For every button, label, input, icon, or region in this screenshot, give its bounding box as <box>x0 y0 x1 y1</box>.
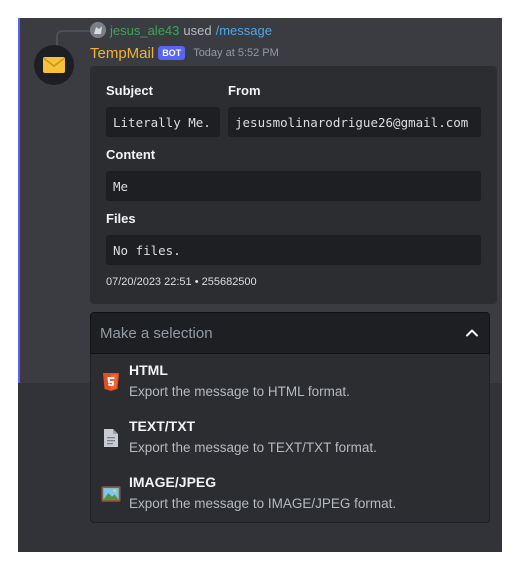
embed-footer: 07/20/2023 22:51 • 255682500 <box>106 276 257 288</box>
option-label: TEXT/TXT <box>129 418 196 434</box>
option-image-jpeg[interactable]: IMAGE/JPEG Export the message to IMAGE/J… <box>91 466 489 522</box>
files-value: No files. <box>106 235 481 265</box>
chat-pane: jesus_ale43 used /message TempMail BOT T… <box>18 18 502 552</box>
document-icon <box>101 428 121 448</box>
envelope-icon <box>43 57 65 73</box>
highlight-bar <box>18 18 20 383</box>
option-description: Export the message to HTML format. <box>129 384 350 399</box>
subject-value: Literally Me. <box>106 107 220 137</box>
author-name[interactable]: TempMail <box>90 45 154 62</box>
bot-avatar[interactable] <box>34 45 74 85</box>
html5-icon <box>101 372 121 392</box>
reply-used-text: used <box>183 22 212 38</box>
bot-badge: BOT <box>158 46 186 60</box>
option-description: Export the message to IMAGE/JPEG format. <box>129 496 397 511</box>
message-header: TempMail BOT Today at 5:52 PM <box>90 42 279 64</box>
reply-avatar[interactable] <box>90 22 106 38</box>
files-label: Files <box>106 211 136 226</box>
from-value: jesusmolinarodrigue26@gmail.com <box>228 107 481 137</box>
reply-command[interactable]: /message <box>216 23 272 38</box>
option-html[interactable]: HTML Export the message to HTML format. <box>91 354 489 410</box>
reply-connector <box>56 30 90 48</box>
from-label: From <box>228 83 261 98</box>
embed: Subject Literally Me. From jesusmolinaro… <box>90 66 497 304</box>
select-menu-options: HTML Export the message to HTML format. … <box>90 354 490 523</box>
subject-label: Subject <box>106 83 153 98</box>
option-label: HTML <box>129 362 168 378</box>
export-select[interactable]: Make a selection <box>90 312 490 354</box>
command-reply: jesus_ale43 used /message <box>90 22 272 38</box>
option-description: Export the message to TEXT/TXT format. <box>129 440 377 455</box>
option-text-txt[interactable]: TEXT/TXT Export the message to TEXT/TXT … <box>91 410 489 466</box>
reply-username[interactable]: jesus_ale43 <box>110 23 179 38</box>
select-placeholder: Make a selection <box>100 324 213 342</box>
chevron-up-icon[interactable] <box>463 324 481 342</box>
option-label: IMAGE/JPEG <box>129 474 217 490</box>
content-label: Content <box>106 147 156 162</box>
content-value: Me <box>106 171 481 201</box>
message-timestamp[interactable]: Today at 5:52 PM <box>193 47 279 59</box>
picture-icon <box>101 484 121 504</box>
